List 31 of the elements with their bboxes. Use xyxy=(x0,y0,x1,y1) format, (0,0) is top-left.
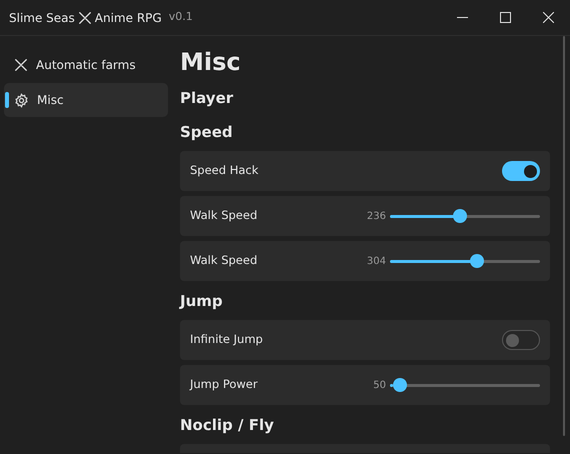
setting-label: Walk Speed xyxy=(190,252,258,270)
section-heading: Jump xyxy=(180,291,224,312)
slider-thumb[interactable] xyxy=(392,378,407,392)
selection-indicator xyxy=(5,92,9,108)
slider-value: 236 xyxy=(366,210,386,224)
slider-track[interactable] xyxy=(390,254,540,268)
maximize-icon xyxy=(500,12,511,23)
slider-track[interactable] xyxy=(390,378,540,392)
close-icon xyxy=(543,12,554,23)
window-title: Anime RPG xyxy=(94,10,162,26)
slider-thumb[interactable] xyxy=(470,254,484,268)
version-label: v0.1 xyxy=(168,9,193,26)
slider-thumb[interactable] xyxy=(452,209,467,223)
toggle-switch[interactable] xyxy=(502,161,540,181)
page-title: Misc xyxy=(180,47,242,77)
slider-value: 304 xyxy=(366,254,386,268)
setting-label: Jump Power xyxy=(190,376,259,394)
sidebar-item[interactable]: Automatic farms xyxy=(4,48,168,82)
toggle-switch[interactable] xyxy=(502,330,540,350)
section-heading: Noclip / Fly xyxy=(180,415,275,436)
section-heading: Player xyxy=(180,88,234,109)
setting-label: Infinite Jump xyxy=(190,331,263,348)
setting-label: Speed Hack xyxy=(190,162,258,180)
section-heading: Speed xyxy=(180,122,234,143)
window-title: Slime Seas xyxy=(9,10,75,26)
sidebar-item[interactable]: Misc xyxy=(4,83,168,117)
slider-value: 50 xyxy=(373,378,386,392)
scrollbar[interactable] xyxy=(563,36,565,436)
slider-track[interactable] xyxy=(390,209,540,223)
setting-label: Walk Speed xyxy=(190,207,258,224)
settings-icon xyxy=(14,92,29,108)
